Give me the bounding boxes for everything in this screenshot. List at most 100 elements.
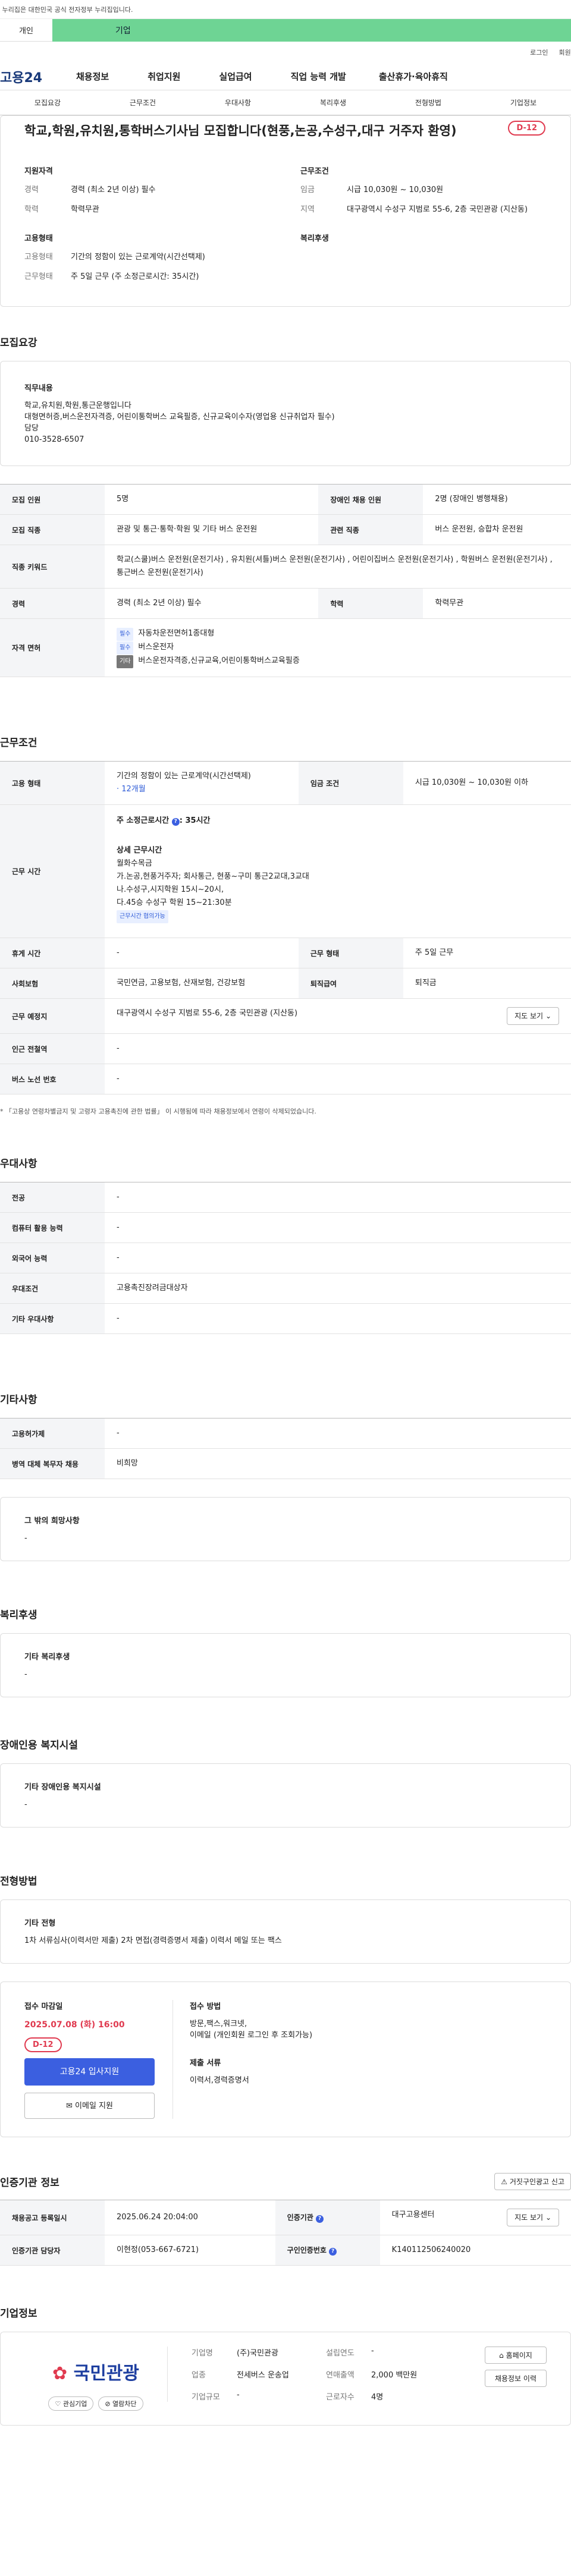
employ-type-value: 기간의 정함이 있는 근로계약(시간선택제): [117, 772, 251, 781]
job-title: 학교,학원,유치원,통학버스기사님 모집합니다(현풍,논공,수성구,대구 거주자…: [24, 124, 457, 138]
lang-label: 외국어 능력: [0, 1243, 105, 1273]
table-row: 채용공고 등록일시 2025.06.24 20:04:00 인증기관 ? 대구고…: [0, 2200, 571, 2235]
prefer-etc-value: -: [105, 1303, 571, 1334]
inst-label: 인증기관 ?: [275, 2200, 380, 2235]
apply-button[interactable]: 고용24 입사지원: [24, 2058, 155, 2086]
inst-cell: 대구고용센터 지도 보기 ⌄: [379, 2200, 571, 2235]
org-header: 인증기관 정보 ⚠ 거짓구인광고 신고: [0, 2173, 571, 2190]
anchor-work[interactable]: 근무조건: [130, 97, 156, 108]
tab-individual[interactable]: 개인: [0, 19, 52, 42]
license-name: 버스운전자격증,신규교육,어린이통학버스교육필증: [138, 656, 300, 665]
biz-info-grid: 기업명 (주)국민관광 설립연도 - 업종 전세버스 운송업 연매출액 2,000 백만…: [167, 2347, 460, 2402]
login-link[interactable]: 로그인: [530, 48, 548, 57]
hours-detail-title: 상세 근무시간: [117, 846, 162, 855]
size-label: 기업규모: [192, 2393, 220, 2402]
interest-button[interactable]: ♡ 관심기업: [48, 2396, 94, 2411]
gnb-item-unemployment[interactable]: 실업급여: [219, 70, 252, 83]
map-button[interactable]: 지도 보기 ⌄: [507, 1007, 559, 1025]
computer-label: 컴퓨터 활용 능력: [0, 1212, 105, 1243]
duty-box: 직무내용 학교,유치원,학원,통근운행입니다 대형면허증,버스운전자격증, 어린…: [0, 361, 571, 466]
license-label: 자격 면허: [0, 618, 105, 677]
user-type-tabs: 개인 기업: [0, 19, 571, 42]
signup-link[interactable]: 회원가입: [559, 48, 571, 57]
other-table: 고용허가제 - 병역 대체 복무자 채용 비희망: [0, 1418, 571, 1479]
gnb-item-parental-leave[interactable]: 출산휴가·육아휴직: [379, 70, 448, 83]
tab-business[interactable]: 기업: [52, 19, 571, 42]
company-logo: ✿ 국민관광: [24, 2358, 167, 2385]
employ-type-cell: 기간의 정함이 있는 근로계약(시간선택제) · 12개월: [105, 761, 299, 805]
worktype-label: 근무형태: [24, 272, 53, 281]
welfare-title: 기타 복리후생: [24, 1653, 70, 1662]
selection-box: 기타 전형 1차 서류심사(이력서만 제출) 2차 면접(경력증명서 제출) 이…: [0, 1899, 571, 1964]
manager-label: 인증기관 담당자: [0, 2235, 105, 2266]
dday-badge: D-12: [508, 121, 545, 136]
other-heading: 기타사항: [0, 1394, 37, 1406]
report-button-label: 거짓구인광고 신고: [509, 2178, 564, 2186]
work-form-value: 주 5일 근무: [403, 938, 571, 968]
prefer-etc-label: 기타 우대사항: [0, 1303, 105, 1334]
gnb-item-support[interactable]: 취업지원: [148, 70, 180, 83]
welfare-box: 기타 복리후생 -: [0, 1633, 571, 1697]
info-icon[interactable]: ?: [329, 2248, 337, 2256]
employ-label: 고용형태: [24, 253, 53, 262]
selection-value: 1차 서류심사(이력서만 제출) 2차 면접(경력증명서 제출) 이력서 메일 …: [24, 1936, 282, 1945]
employees-label: 근로자수: [326, 2393, 354, 2402]
flower-icon: ✿: [52, 2363, 68, 2384]
info-icon[interactable]: ?: [316, 2215, 324, 2223]
license-item: 필수 자동차운전면허1종대형: [117, 627, 559, 641]
work-form-label: 근무 형태: [298, 938, 403, 968]
gnb-item-jobs[interactable]: 채용정보: [76, 70, 109, 83]
table-row: 모집 인원 5명 장애인 채용 인원 2명 (장애인 병행채용): [0, 484, 571, 515]
email-apply-button[interactable]: ✉ 이메일 지원: [24, 2093, 155, 2119]
size-value: -: [237, 2391, 240, 2399]
site-logo[interactable]: 고용24: [0, 67, 59, 86]
related-label: 관련 직종: [318, 514, 423, 545]
report-button[interactable]: ⚠ 거짓구인광고 신고: [494, 2173, 571, 2190]
insurance-label: 사회보험: [0, 968, 105, 999]
gnb-item-training[interactable]: 직업 능력 개발: [291, 70, 346, 83]
prefer-cond-label: 우대조건: [0, 1273, 105, 1304]
industry-value: 전세버스 운송업: [237, 2371, 289, 2380]
job-history-button[interactable]: 채용정보 이력: [484, 2370, 547, 2387]
duty-line: 담당: [24, 424, 39, 433]
welfare-summary-heading: 복리후생: [300, 234, 329, 243]
recruit-heading: 모집요강: [0, 337, 37, 349]
anchor-prefer[interactable]: 우대사항: [225, 97, 251, 108]
sales-value: 2,000 백만원: [371, 2371, 418, 2380]
work-table: 고용 형태 기간의 정함이 있는 근로계약(시간선택제) · 12개월 임금 조…: [0, 761, 571, 1094]
major-label: 전공: [0, 1182, 105, 1213]
homepage-button[interactable]: ⌂ 홈페이지: [484, 2347, 547, 2364]
inst-map-label: 지도 보기: [514, 2213, 544, 2222]
required-tag: 필수: [117, 628, 134, 641]
wish-box: 그 밖의 희망사항 -: [0, 1497, 571, 1561]
prefer-heading: 우대사항: [0, 1158, 37, 1170]
license-item: 필수 버스운전자: [117, 641, 559, 655]
table-row: 기타 우대사항 -: [0, 1303, 571, 1334]
apply-dday-badge: D-12: [24, 2037, 62, 2052]
wish-value: -: [24, 1534, 27, 1543]
block-button[interactable]: ⊘ 열람차단: [98, 2396, 143, 2411]
license-list: 필수 자동차운전면허1종대형 필수 버스운전자 기타 버스운전자격증,신규교육,어린이…: [105, 618, 571, 677]
industry-label: 업종: [192, 2371, 206, 2380]
anchor-selection[interactable]: 전형방법: [415, 97, 441, 108]
work-heading: 근무조건: [0, 737, 37, 749]
inst-map-button[interactable]: 지도 보기 ⌄: [507, 2209, 559, 2226]
wage-cond-value: 시급 10,030원 ~ 10,030원 이하: [403, 761, 571, 805]
disabled-value: 2명 (장애인 병행채용): [423, 484, 571, 515]
employ-type-label: 고용 형태: [0, 761, 105, 805]
company-name-value: (주)국민관광: [237, 2349, 278, 2358]
map-button-label: 지도 보기: [514, 1012, 544, 1020]
military-value: 비희망: [105, 1448, 571, 1479]
anchor-company[interactable]: 기업정보: [510, 97, 537, 108]
military-label: 병역 대체 복무자 채용: [0, 1448, 105, 1479]
employ-period: · 12개월: [117, 785, 146, 794]
email-apply-label: 이메일 지원: [75, 2102, 113, 2111]
qualification-heading: 지원자격: [24, 167, 53, 176]
required-tag: 필수: [117, 641, 134, 655]
anchor-welfare[interactable]: 복리후생: [320, 97, 346, 108]
severance-value: 퇴직금: [403, 968, 571, 999]
place-value: 대구광역시 수성구 지범로 55-6, 2층 국민관광 (지산동): [117, 1009, 298, 1018]
table-row: 근무 시간 주 소정근로시간 ?: 35시간 상세 근무시간 월화수목금 가.논…: [0, 804, 571, 938]
anchor-recruit[interactable]: 모집요강: [34, 97, 61, 108]
info-icon[interactable]: ?: [171, 818, 180, 826]
